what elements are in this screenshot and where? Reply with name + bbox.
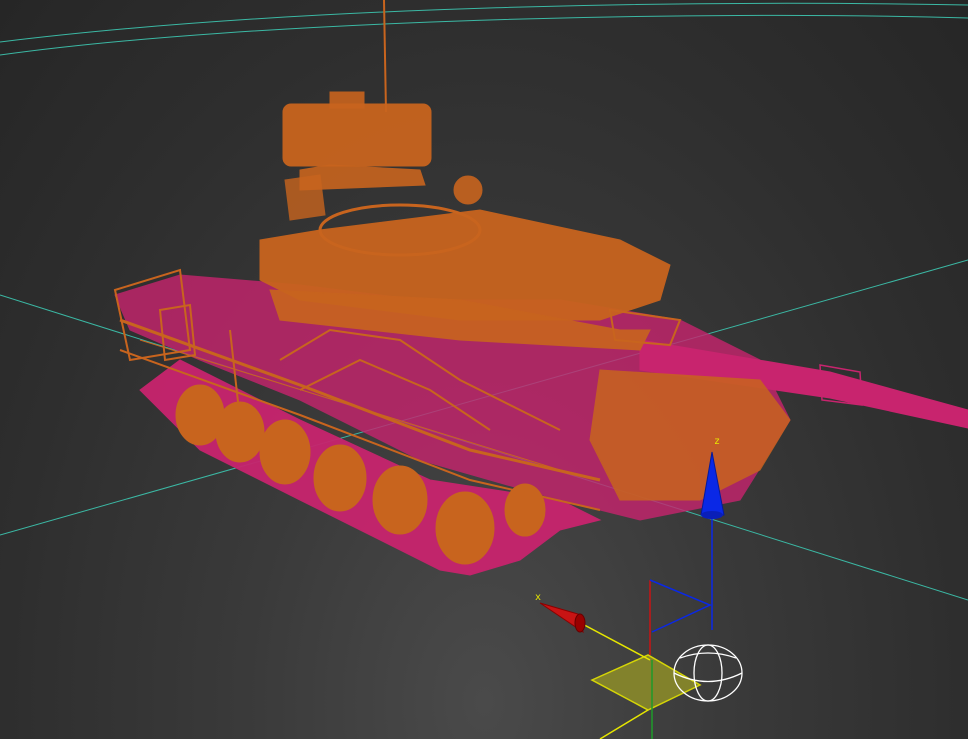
xy-plane-handle[interactable] xyxy=(590,654,702,711)
viewport-canvas[interactable]: x z xyxy=(0,0,968,739)
x-axis-label: x xyxy=(535,592,541,603)
x-axis-line[interactable] xyxy=(574,619,651,661)
z-axis-label: z xyxy=(714,436,720,447)
3d-viewport[interactable]: x z xyxy=(0,0,968,739)
antenna xyxy=(383,0,387,113)
light-sphere-icon[interactable] xyxy=(673,644,743,702)
